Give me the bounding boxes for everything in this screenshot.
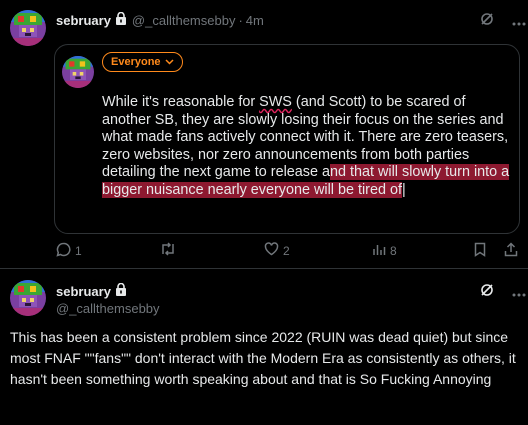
timestamp[interactable]: 4m [246,13,264,28]
heart-icon [264,242,279,259]
post-header: sebruary @_callthemsebby · 4m [56,11,264,28]
grok-icon[interactable] [480,12,494,31]
reply-count: 1 [75,244,82,258]
lock-icon [115,11,127,28]
misspelled-word: SWS [259,94,292,110]
draft-text-start: While it's reasonable for [102,94,260,110]
like-button[interactable]: 2 [264,242,290,259]
display-name[interactable]: sebruary [56,13,111,28]
bookmark-button[interactable] [474,242,486,260]
share-icon [504,242,518,260]
separator-dot: · [238,12,243,28]
reply-icon [56,242,71,260]
repost-icon [160,242,176,259]
reply-button[interactable]: 1 [56,242,82,260]
post-header-actions [480,12,526,31]
divider [0,268,528,269]
chevron-down-icon [165,56,174,68]
reply-handle-row: @_callthemsebby [56,301,160,316]
views-icon [372,242,386,259]
reply-display-name[interactable]: sebruary [56,284,111,299]
lock-icon [115,282,127,299]
reply-header-actions [480,283,526,302]
post-actions: 1 2 8 [56,242,518,260]
views-count: 8 [390,243,397,258]
reply-avatar[interactable] [10,280,46,316]
text-cursor: | [401,181,406,198]
bookmark-icon [474,242,486,260]
repost-button[interactable] [160,242,176,259]
audience-selector[interactable]: Everyone [102,52,183,72]
compose-textarea[interactable]: While it's reasonable for SWS (and Scott… [102,94,512,200]
grok-icon[interactable] [480,283,494,302]
like-count: 2 [283,243,290,258]
audience-label: Everyone [111,56,161,68]
views-button[interactable]: 8 [372,242,397,259]
more-options-icon[interactable] [512,284,526,302]
reply-header: sebruary [56,282,127,299]
reply-text: This has been a consistent problem since… [10,329,516,387]
reply-handle[interactable]: @_callthemsebby [56,301,160,316]
share-button[interactable] [504,242,518,260]
composer-avatar[interactable] [62,56,94,88]
more-options-icon[interactable] [512,13,526,31]
handle[interactable]: @_callthemsebby [132,13,236,28]
avatar[interactable] [10,10,46,46]
